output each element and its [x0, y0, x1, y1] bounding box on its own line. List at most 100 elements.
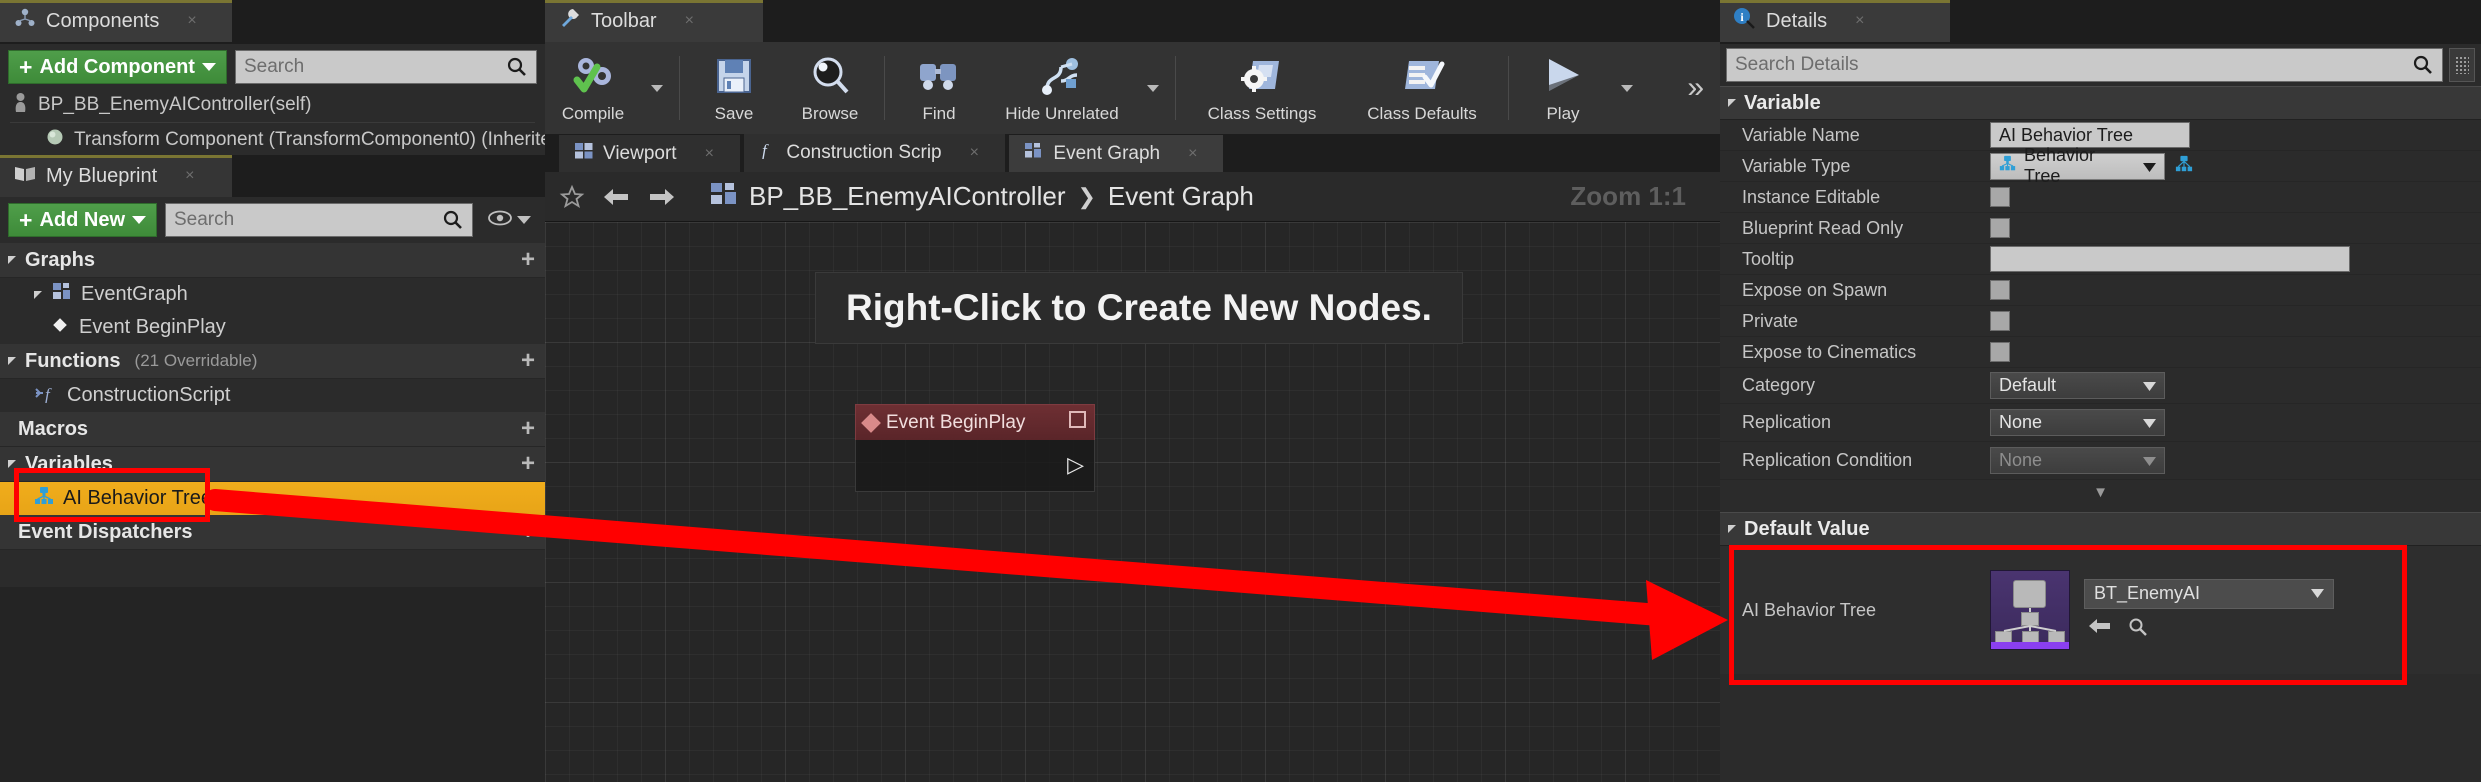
tooltip-input[interactable]	[1990, 246, 2350, 272]
property-label: Expose to Cinematics	[1742, 341, 1917, 362]
property-row-expose-to-cinematics: Expose to Cinematics	[1720, 337, 2481, 368]
expose-on-spawn-checkbox[interactable]	[1990, 280, 2010, 300]
toolbar-separator	[1508, 56, 1509, 120]
eye-icon	[487, 209, 513, 232]
node-event-beginplay[interactable]: Event BeginPlay ▷	[855, 404, 1095, 492]
breadcrumb-graph[interactable]: Event Graph	[1108, 181, 1254, 212]
expand-more-properties-button[interactable]: ▼	[1720, 480, 2481, 505]
asset-value-combo[interactable]: BT_EnemyAI	[2084, 578, 2334, 609]
section-header-event-dispatchers[interactable]: Event Dispatchers +	[0, 515, 545, 550]
replication-condition-combo[interactable]: None	[1990, 447, 2165, 474]
compile-button[interactable]: Compile	[545, 44, 641, 132]
tab-viewport[interactable]: Viewport ×	[559, 135, 740, 173]
expander-icon	[8, 357, 16, 365]
save-button[interactable]: Save	[686, 44, 782, 132]
play-label: Play	[1546, 104, 1580, 123]
add-macro-button[interactable]: +	[521, 417, 535, 441]
tab-my-blueprint[interactable]: My Blueprint ×	[0, 155, 232, 197]
visibility-options-button[interactable]	[481, 209, 537, 232]
add-event-dispatcher-button[interactable]: +	[521, 520, 535, 544]
category-header-variable[interactable]: Variable	[1720, 86, 2481, 120]
component-tree-row-self[interactable]: BP_BB_EnemyAIController(self)	[0, 90, 545, 120]
instance-editable-checkbox[interactable]	[1990, 187, 2010, 207]
category-combo[interactable]: Default	[1990, 372, 2165, 399]
category-header-default-value[interactable]: Default Value	[1720, 512, 2481, 546]
section-header-variables[interactable]: Variables +	[0, 447, 545, 482]
add-graph-button[interactable]: +	[521, 248, 535, 272]
close-icon[interactable]: ×	[185, 167, 194, 185]
breadcrumb-blueprint[interactable]: BP_BB_EnemyAIController	[749, 181, 1065, 212]
breadcrumb: BP_BB_EnemyAIController ❯ Event Graph	[711, 181, 1254, 212]
add-variable-button[interactable]: +	[521, 452, 535, 476]
class-settings-button[interactable]: Class Settings	[1182, 44, 1342, 132]
star-icon[interactable]	[559, 184, 585, 210]
property-row-variable-type: Variable Type Behavior Tree	[1720, 145, 2481, 186]
add-new-button[interactable]: + Add New	[8, 203, 157, 237]
component-tree-row-transform[interactable]: Transform Component (TransformComponent0…	[0, 125, 545, 155]
class-defaults-button[interactable]: Class Defaults	[1342, 44, 1502, 132]
property-label: Tooltip	[1742, 248, 1795, 269]
function-icon: f	[760, 141, 776, 165]
graph-icon	[711, 181, 737, 212]
chevron-down-icon	[1621, 84, 1633, 92]
container-type-icon[interactable]	[2175, 155, 2193, 178]
close-icon[interactable]: ×	[187, 12, 196, 30]
grid-view-icon[interactable]	[2449, 48, 2475, 82]
browse-button[interactable]: Browse	[782, 44, 878, 132]
add-component-button[interactable]: + Add Component	[8, 50, 227, 84]
expose-to-cinematics-checkbox[interactable]	[1990, 342, 2010, 362]
add-function-button[interactable]: +	[521, 349, 535, 373]
play-dropdown-button[interactable]	[1611, 44, 1643, 132]
replication-value: None	[1999, 412, 2043, 432]
list-item-constructionscript[interactable]: f ConstructionScript	[0, 379, 545, 412]
tab-components-label: Components	[46, 9, 160, 32]
tab-event-graph[interactable]: Event Graph ×	[1009, 135, 1224, 173]
close-icon[interactable]: ×	[1855, 12, 1864, 30]
section-header-macros[interactable]: Macros +	[0, 412, 545, 447]
tab-active-underline	[0, 155, 232, 158]
default-value-row: AI Behavior Tree BT_EnemyAI	[1720, 546, 2481, 674]
event-graph-canvas[interactable]: Right-Click to Create New Nodes. Event B…	[545, 222, 1720, 782]
section-header-functions[interactable]: Functions (21 Overridable) +	[0, 344, 545, 379]
blueprint-read-only-checkbox[interactable]	[1990, 218, 2010, 238]
behavior-tree-asset-thumbnail[interactable]	[1990, 570, 2070, 650]
close-icon[interactable]: ×	[685, 12, 694, 30]
center-panel-column: Toolbar × Compile Save Browse Find Hide …	[545, 0, 1720, 782]
variable-type-combo[interactable]: Behavior Tree	[1990, 145, 2165, 186]
property-row-tooltip: Tooltip	[1720, 244, 2481, 275]
node-collapse-box[interactable]	[1069, 411, 1086, 434]
find-button[interactable]: Find	[891, 44, 987, 132]
close-icon[interactable]: ×	[705, 145, 714, 163]
list-item-label: ConstructionScript	[67, 384, 231, 406]
hide-unrelated-button[interactable]: Hide Unrelated	[987, 44, 1137, 132]
my-blueprint-tabstrip: My Blueprint ×	[0, 155, 545, 197]
compile-dropdown-button[interactable]	[641, 44, 673, 132]
list-item-eventgraph[interactable]: EventGraph	[0, 278, 545, 311]
close-icon[interactable]: ×	[970, 144, 979, 162]
close-icon[interactable]: ×	[1188, 145, 1197, 163]
add-component-label: Add Component	[39, 55, 195, 78]
my-blueprint-search-input[interactable]: Search	[165, 203, 473, 237]
details-search-input[interactable]: Search Details	[1726, 48, 2443, 82]
replication-combo[interactable]: None	[1990, 409, 2165, 436]
property-row-instance-editable: Instance Editable	[1720, 182, 2481, 213]
list-item-event-beginplay[interactable]: Event BeginPlay	[0, 311, 545, 344]
tab-components[interactable]: Components ×	[0, 0, 232, 42]
toolbar-expand-button[interactable]: »	[1671, 73, 1720, 103]
play-button[interactable]: Play	[1515, 44, 1611, 132]
tab-active-underline	[1720, 0, 1950, 3]
section-header-graphs[interactable]: Graphs +	[0, 243, 545, 278]
private-checkbox[interactable]	[1990, 311, 2010, 331]
exec-output-pin[interactable]: ▷	[1067, 452, 1084, 478]
list-item-ai-behavior-tree[interactable]: AI Behavior Tree	[0, 482, 545, 515]
tab-toolbar[interactable]: Toolbar ×	[545, 0, 763, 42]
browse-to-asset-icon[interactable]	[2128, 617, 2148, 642]
tab-details[interactable]: i Details ×	[1720, 0, 1950, 42]
tab-construction-script[interactable]: f Construction Scrip ×	[744, 134, 1005, 172]
arrow-left-icon[interactable]	[601, 185, 631, 209]
components-search-input[interactable]: Search	[234, 50, 537, 84]
use-selected-asset-icon[interactable]	[2088, 617, 2112, 642]
hide-unrelated-dropdown-button[interactable]	[1137, 44, 1169, 132]
save-icon	[713, 52, 755, 100]
arrow-right-icon[interactable]	[647, 185, 677, 209]
